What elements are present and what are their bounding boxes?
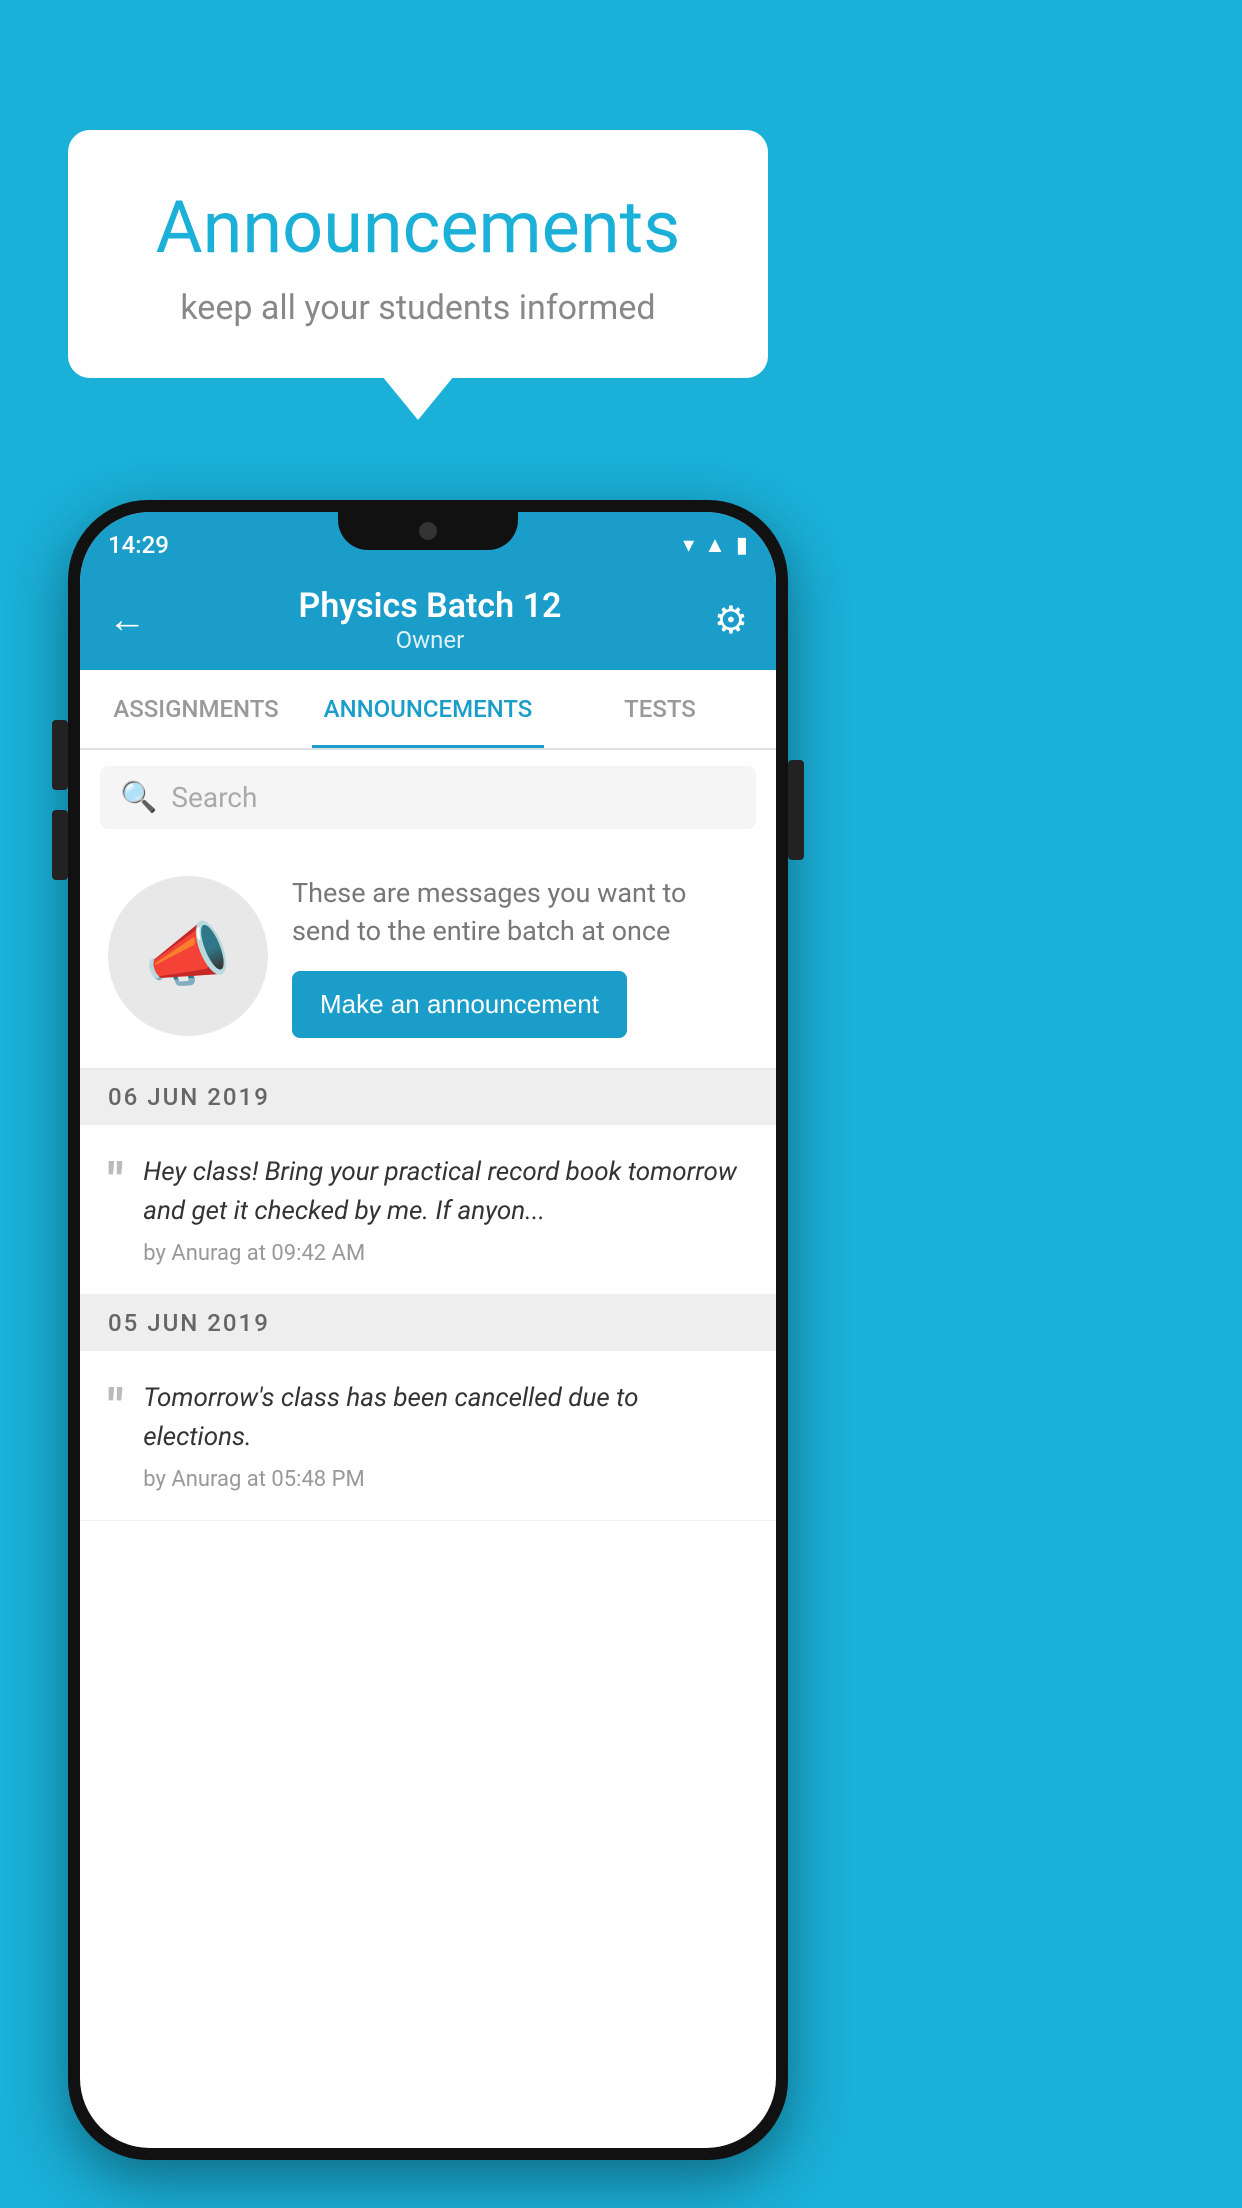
tab-tests[interactable]: TESTS <box>544 670 776 748</box>
promo-content: These are messages you want to send to t… <box>292 875 748 1038</box>
phone-screen: 14:29 ▾ ▲ ▮ ← Physics Batch 12 Owner ⚙ A… <box>80 512 776 2148</box>
quote-icon-2: " <box>108 1383 123 1431</box>
tab-assignments[interactable]: ASSIGNMENTS <box>80 670 312 748</box>
announcement-meta-1: by Anurag at 09:42 AM <box>143 1241 748 1266</box>
camera-dot <box>419 522 437 540</box>
search-placeholder: Search <box>171 781 257 814</box>
batch-subtitle: Owner <box>299 626 562 654</box>
search-icon: 🔍 <box>120 780 157 815</box>
battery-icon: ▮ <box>736 533 748 558</box>
signal-icon: ▲ <box>704 532 726 558</box>
page-subtitle: keep all your students informed <box>128 288 708 328</box>
announcement-text-1: Hey class! Bring your practical record b… <box>143 1153 748 1231</box>
volume-up-button <box>52 720 68 790</box>
search-input-wrap[interactable]: 🔍 Search <box>100 766 756 829</box>
announcement-text-2: Tomorrow's class has been cancelled due … <box>143 1379 748 1457</box>
back-button[interactable]: ← <box>108 598 146 642</box>
megaphone-icon: 📣 <box>144 915 231 997</box>
speech-bubble-wrapper: Announcements keep all your students inf… <box>68 130 768 378</box>
search-bar: 🔍 Search <box>80 750 776 845</box>
date-separator-2: 05 JUN 2019 <box>80 1295 776 1351</box>
date-separator-1: 06 JUN 2019 <box>80 1069 776 1125</box>
power-button <box>788 760 804 860</box>
volume-down-button <box>52 810 68 880</box>
wifi-icon: ▾ <box>683 533 694 558</box>
phone-notch <box>338 512 518 550</box>
status-icons: ▾ ▲ ▮ <box>683 532 748 558</box>
quote-icon-1: " <box>108 1157 123 1205</box>
app-bar-title-group: Physics Batch 12 Owner <box>299 586 562 654</box>
status-time: 14:29 <box>108 531 169 559</box>
batch-title: Physics Batch 12 <box>299 586 562 626</box>
announcement-content-2: Tomorrow's class has been cancelled due … <box>143 1379 748 1492</box>
announcement-item-1[interactable]: " Hey class! Bring your practical record… <box>80 1125 776 1295</box>
promo-icon-circle: 📣 <box>108 876 268 1036</box>
tab-bar: ASSIGNMENTS ANNOUNCEMENTS TESTS <box>80 670 776 750</box>
announcement-item-2[interactable]: " Tomorrow's class has been cancelled du… <box>80 1351 776 1521</box>
tab-announcements[interactable]: ANNOUNCEMENTS <box>312 670 544 748</box>
app-bar: ← Physics Batch 12 Owner ⚙ <box>80 570 776 670</box>
promo-description: These are messages you want to send to t… <box>292 875 748 951</box>
make-announcement-button[interactable]: Make an announcement <box>292 971 627 1038</box>
phone-device: 14:29 ▾ ▲ ▮ ← Physics Batch 12 Owner ⚙ A… <box>68 500 788 2160</box>
settings-icon[interactable]: ⚙ <box>714 598 748 643</box>
promo-card: 📣 These are messages you want to send to… <box>80 845 776 1069</box>
announcement-content-1: Hey class! Bring your practical record b… <box>143 1153 748 1266</box>
page-title: Announcements <box>128 185 708 270</box>
speech-bubble: Announcements keep all your students inf… <box>68 130 768 378</box>
announcement-meta-2: by Anurag at 05:48 PM <box>143 1467 748 1492</box>
